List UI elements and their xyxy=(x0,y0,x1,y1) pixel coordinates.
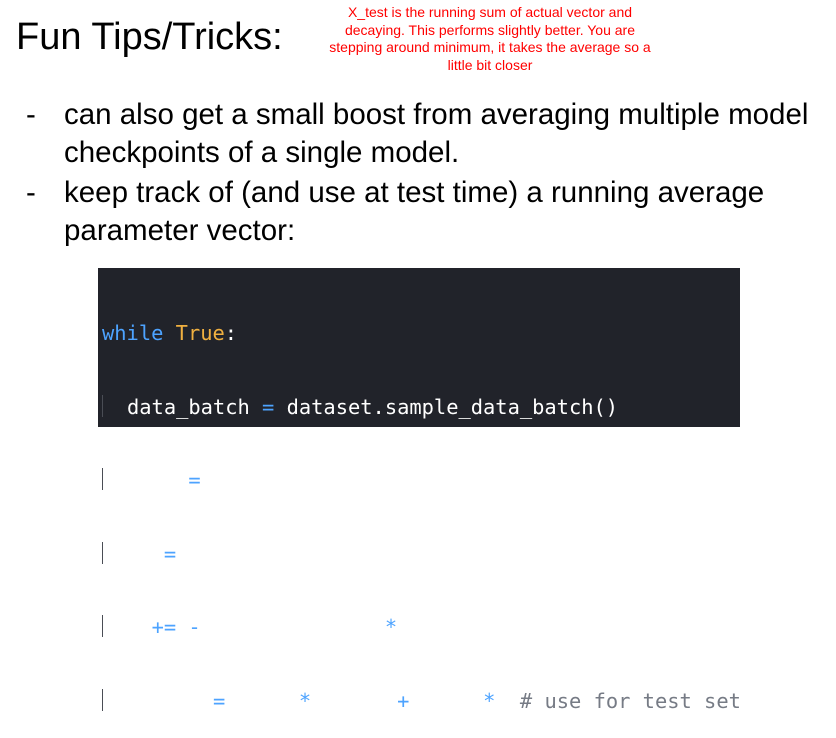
code-constant: True xyxy=(175,321,225,345)
code-line: x += - learning_rate * dx xyxy=(102,615,740,640)
code-text: data_batch xyxy=(127,394,263,419)
code-operator: += xyxy=(151,615,177,639)
code-operator: * xyxy=(384,615,398,639)
indent-guide xyxy=(102,615,127,637)
bullet-dash: - xyxy=(26,98,36,131)
code-text: learning_rate xyxy=(200,615,385,639)
indent-guide xyxy=(102,468,127,490)
bullet-item: - keep track of (and use at test time) a… xyxy=(26,174,834,250)
code-text: network.backward() xyxy=(176,541,410,566)
indent-guide xyxy=(102,394,127,417)
code-text: x_test xyxy=(311,688,398,713)
bullet-dash: - xyxy=(26,176,36,209)
code-operator: * xyxy=(483,688,496,713)
code-line: while True: xyxy=(102,321,740,346)
code-line: loss = network.forward(data_batch) xyxy=(102,468,740,493)
code-operator: = xyxy=(163,541,177,566)
code-operator: + xyxy=(397,688,410,713)
bullet-list: - can also get a small boost from averag… xyxy=(26,96,834,252)
slide-title: Fun Tips/Tricks: xyxy=(16,16,283,58)
indent-guide xyxy=(102,541,127,564)
code-operator: * xyxy=(298,688,312,713)
indent-guide xyxy=(102,688,127,711)
code-operator: = xyxy=(262,394,275,419)
code-text: 0.995 xyxy=(225,688,299,713)
code-operator: = xyxy=(212,688,226,713)
code-text: network.forward(data_batch) xyxy=(200,468,545,492)
code-comment: # use for test set xyxy=(519,688,741,713)
code-block: while True: data_batch = dataset.sample_… xyxy=(98,268,741,713)
code-text: dx xyxy=(127,541,164,566)
code-text: : xyxy=(224,321,238,345)
code-operator: = xyxy=(188,468,201,492)
bullet-text: keep track of (and use at test time) a r… xyxy=(64,176,765,247)
code-line: x_test = 0.995*x_test + 0.005*x # use fo… xyxy=(102,688,741,714)
bullet-text: can also get a small boost from averagin… xyxy=(64,98,809,169)
code-text: 0.005 xyxy=(409,688,484,713)
code-text: loss xyxy=(127,468,189,492)
code-text: x xyxy=(495,688,520,713)
code-line: data_batch = dataset.sample_data_batch() xyxy=(102,394,740,420)
code-text: x_test xyxy=(127,688,213,713)
code-keyword: while xyxy=(102,321,164,345)
code-operator: - xyxy=(188,615,201,639)
code-text: dataset.sample_data_batch() xyxy=(274,394,619,419)
code-text: dx xyxy=(397,615,434,639)
code-line: dx = network.backward() xyxy=(102,541,740,567)
annotation-note: X_test is the running sum of actual vect… xyxy=(329,4,651,73)
code-text: x xyxy=(127,615,152,639)
bullet-item: - can also get a small boost from averag… xyxy=(26,96,834,172)
